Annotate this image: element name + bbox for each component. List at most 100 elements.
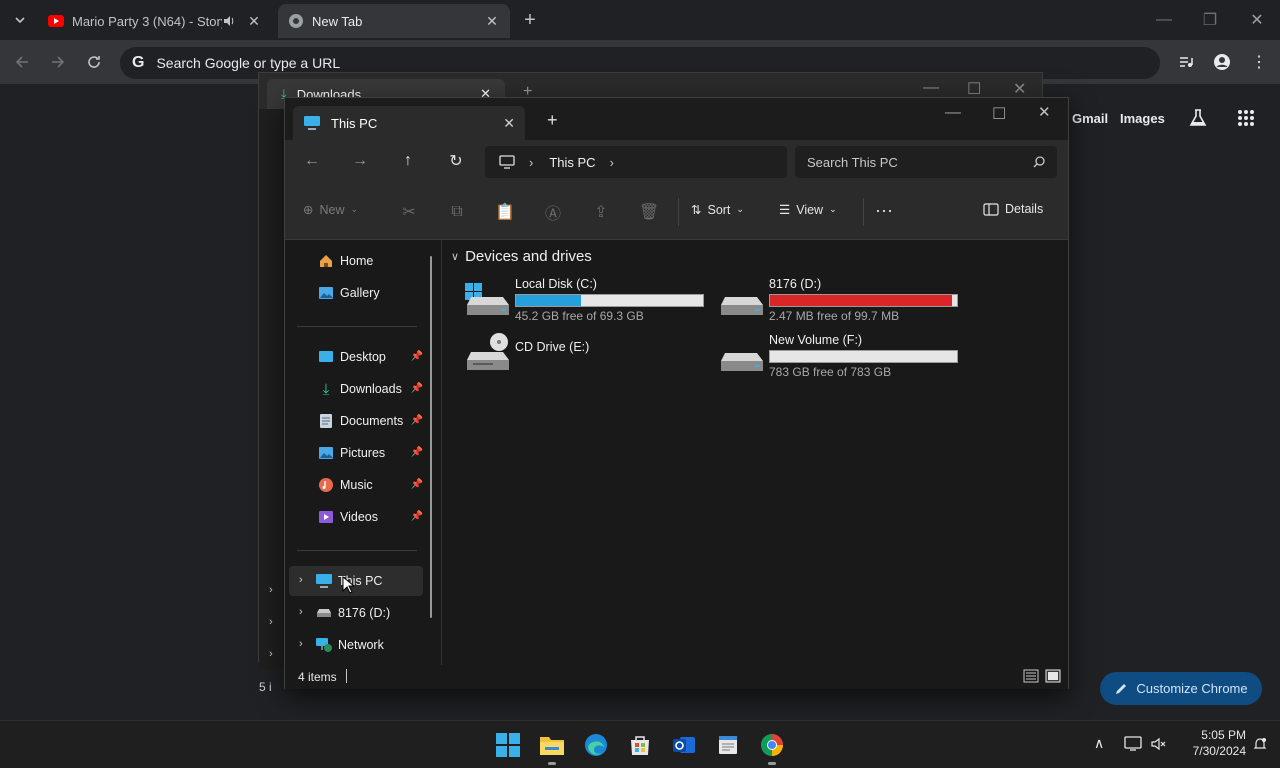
close-tab-icon[interactable]: ✕ (503, 115, 515, 132)
media-control-icon[interactable] (1172, 48, 1200, 76)
view-button[interactable]: ☰ View ⌄ (779, 202, 837, 218)
up-icon[interactable]: ↑ (393, 146, 423, 176)
speaker-icon[interactable] (222, 14, 236, 28)
edge-icon[interactable] (580, 729, 612, 761)
close-window-icon[interactable]: ✕ (1243, 6, 1271, 34)
close-window-icon[interactable]: ✕ (1038, 103, 1051, 121)
sidebar-item-network[interactable]: › Network (289, 630, 423, 660)
outlook-icon[interactable] (668, 729, 700, 761)
sidebar-item-pictures[interactable]: Pictures 📌 (297, 438, 423, 468)
drive-e[interactable]: CD Drive (E:) (465, 333, 715, 390)
new-tab-button[interactable]: + (547, 110, 558, 131)
chevron-down-icon: ∨ (451, 251, 460, 263)
search-input[interactable]: Search This PC (795, 146, 1057, 178)
rename-icon[interactable]: Ⓐ (541, 200, 565, 224)
maximize-icon[interactable]: ☐ (967, 79, 981, 99)
menu-kebab-icon[interactable]: ⋮ (1245, 48, 1273, 76)
tab-mario-party[interactable]: Mario Party 3 (N64) - Story ✕ (38, 4, 272, 38)
drive-c[interactable]: Local Disk (C:) 45.2 GB free of 69.3 GB (465, 277, 715, 327)
divider (297, 326, 417, 327)
details-button[interactable]: Details (983, 202, 1043, 216)
sidebar-item-home[interactable]: Home (297, 246, 423, 276)
new-tab-button[interactable]: + (516, 6, 544, 34)
sort-button[interactable]: ⇅ Sort ⌄ (691, 202, 744, 218)
sidebar-item-this-pc[interactable]: › This PC (289, 566, 423, 596)
drive-d[interactable]: 8176 (D:) 2.47 MB free of 99.7 MB (719, 277, 969, 327)
profile-icon[interactable] (1208, 48, 1236, 76)
expand-chevron-icon[interactable]: › (299, 606, 303, 618)
minimize-icon[interactable]: — (1150, 6, 1178, 34)
expand-chevron-icon[interactable]: › (299, 638, 303, 650)
details-view-icon[interactable] (1023, 669, 1039, 683)
tab-this-pc[interactable]: This PC ✕ (293, 106, 525, 140)
start-icon[interactable] (492, 729, 524, 761)
forward-icon[interactable] (44, 48, 72, 76)
customize-chrome-button[interactable]: Customize Chrome (1100, 672, 1262, 705)
pin-icon[interactable]: 📌 (411, 447, 423, 458)
sidebar-item-gallery[interactable]: Gallery (297, 278, 423, 308)
minimize-icon[interactable]: — (923, 79, 939, 97)
address-bar[interactable]: › This PC › (485, 146, 787, 178)
share-icon[interactable]: ⇪ (589, 200, 613, 224)
apps-grid-icon[interactable] (1237, 109, 1255, 127)
tiles-view-icon[interactable] (1045, 669, 1061, 683)
copy-icon[interactable]: ⧉ (445, 200, 469, 224)
images-link[interactable]: Images (1120, 111, 1165, 126)
forward-icon[interactable]: → (345, 146, 375, 176)
pin-icon[interactable]: 📌 (411, 511, 423, 522)
network-status-icon[interactable] (1124, 736, 1142, 752)
expand-chevron-icon[interactable]: › (269, 616, 273, 628)
labs-flask-icon[interactable] (1188, 108, 1208, 128)
breadcrumb-chevron-icon[interactable]: › (529, 155, 533, 170)
sidebar-scrollbar[interactable] (430, 256, 432, 618)
file-explorer-window[interactable]: This PC ✕ + — ☐ ✕ ← → ↑ ↻ › This PC › Se… (284, 97, 1069, 689)
sidebar-item-music[interactable]: Music 📌 (297, 470, 423, 500)
sidebar-item-downloads[interactable]: ⤓ Downloads 📌 (297, 374, 423, 404)
breadcrumb-this-pc[interactable]: This PC (549, 155, 595, 170)
refresh-icon[interactable]: ↻ (441, 146, 471, 176)
section-header-devices[interactable]: ∨ Devices and drives (451, 248, 592, 265)
pin-icon[interactable]: 📌 (411, 351, 423, 362)
notifications-bell-icon[interactable] (1252, 736, 1268, 752)
sidebar-item-documents[interactable]: Documents 📌 (297, 406, 423, 436)
expand-chevron-icon[interactable]: › (269, 584, 273, 596)
chrome-icon[interactable] (756, 729, 788, 765)
sidebar-item-desktop[interactable]: Desktop 📌 (297, 342, 423, 372)
breadcrumb-chevron-icon[interactable]: › (610, 155, 614, 170)
gmail-link[interactable]: Gmail (1072, 111, 1108, 126)
paste-icon[interactable]: 📋 (493, 200, 517, 224)
sidebar-item-label: Desktop (340, 350, 386, 364)
maximize-icon[interactable]: ☐ (992, 104, 1006, 124)
drive-f[interactable]: New Volume (F:) 783 GB free of 783 GB (719, 333, 969, 383)
volume-muted-icon[interactable] (1150, 736, 1166, 752)
delete-icon[interactable]: 🗑 (637, 200, 661, 224)
pin-icon[interactable]: 📌 (411, 383, 423, 394)
new-button[interactable]: ⊕ New ⌄ (303, 202, 358, 218)
store-icon[interactable] (624, 729, 656, 761)
pane-divider[interactable] (441, 240, 442, 665)
explorer-titlebar: This PC ✕ + — ☐ ✕ (285, 98, 1068, 140)
tab-new-tab[interactable]: New Tab ✕ (278, 4, 510, 38)
cut-icon[interactable]: ✂ (397, 200, 421, 224)
minimize-icon[interactable]: — (945, 104, 961, 122)
reload-icon[interactable] (80, 48, 108, 76)
close-tab-icon[interactable]: ✕ (246, 13, 262, 29)
expand-chevron-icon[interactable]: › (299, 574, 303, 586)
expand-chevron-icon[interactable]: › (269, 648, 273, 660)
restore-icon[interactable]: ❐ (1196, 6, 1224, 34)
back-icon[interactable] (8, 48, 36, 76)
sidebar-item-videos[interactable]: Videos 📌 (297, 502, 423, 532)
more-options-icon[interactable]: ··· (875, 200, 893, 221)
sidebar-item-label: Network (338, 638, 384, 652)
back-icon[interactable]: ← (297, 146, 327, 176)
pin-icon[interactable]: 📌 (411, 415, 423, 426)
sidebar-item-drive-d[interactable]: › 8176 (D:) (289, 598, 423, 628)
close-tab-icon[interactable]: ✕ (484, 13, 500, 29)
tab-search-icon[interactable] (6, 6, 34, 34)
file-explorer-icon[interactable] (536, 729, 568, 765)
taskbar-clock[interactable]: 5:05 PM 7/30/2024 (1176, 727, 1246, 759)
pin-icon[interactable]: 📌 (411, 479, 423, 490)
close-window-icon[interactable]: ✕ (1013, 79, 1026, 99)
notepad-icon[interactable] (712, 729, 744, 761)
show-hidden-icons-chevron-icon[interactable]: ∧ (1094, 735, 1104, 752)
